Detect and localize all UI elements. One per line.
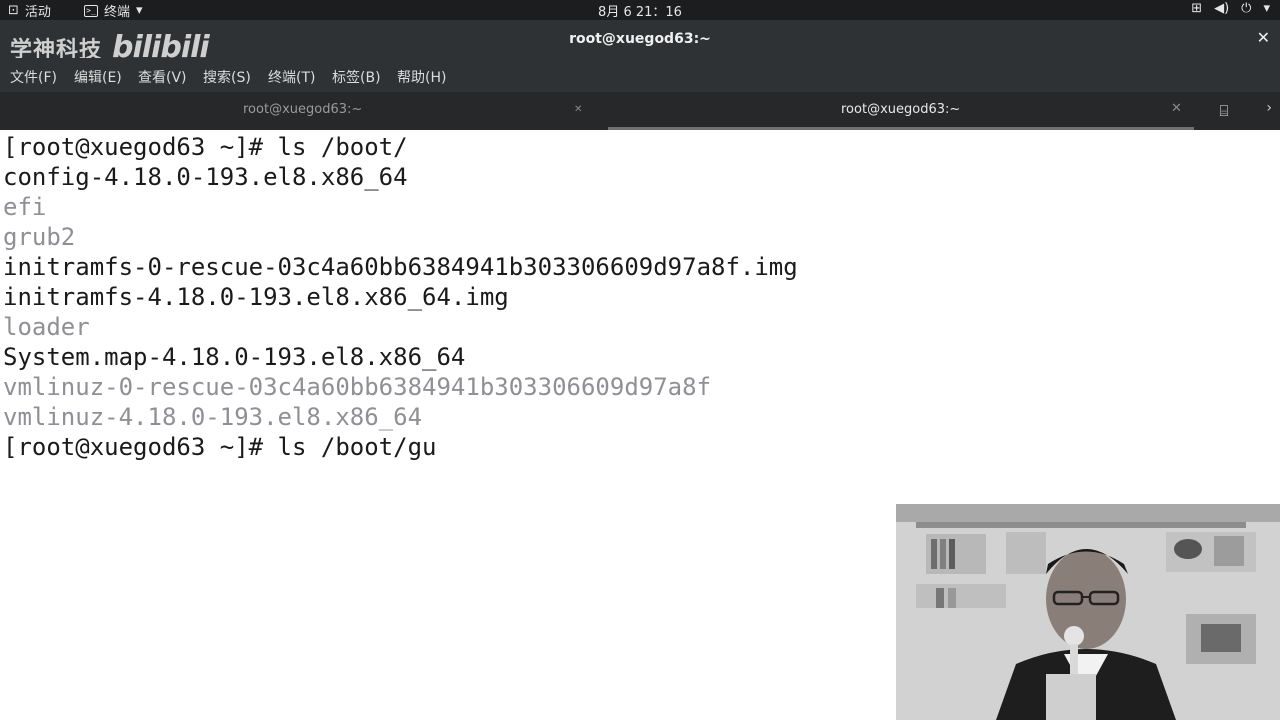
menu-terminal[interactable]: 终端(T)	[268, 67, 315, 87]
chevron-right-icon[interactable]: ›	[1266, 100, 1272, 116]
activities-button[interactable]: ⊡ 活动	[8, 1, 51, 20]
menu-bar: 文件(F) 编辑(E) 查看(V) 搜索(S) 终端(T) 标签(B) 帮助(H…	[0, 58, 1280, 92]
tab-label: root@xuegod63:~	[841, 102, 961, 117]
network-icon[interactable]: ⊞	[1191, 1, 1202, 16]
system-top-bar: ⊡ 活动 >_ 终端 ▾ 8月 6 21：16 ⊞ ◀) ⏻ ▾	[0, 0, 1280, 20]
terminal-line: [root@xuegod63 ~]# ls /boot/	[3, 133, 408, 161]
active-tab-indicator	[608, 127, 1194, 130]
power-icon[interactable]: ⏻	[1241, 1, 1251, 16]
chevron-down-icon[interactable]: ▾	[1263, 1, 1270, 16]
app-name-label: 终端	[104, 5, 131, 20]
terminal-icon: >_	[84, 4, 98, 17]
clock[interactable]: 8月 6 21：16	[0, 1, 1280, 20]
terminal-line: initramfs-4.18.0-193.el8.x86_64.img	[3, 283, 509, 311]
menu-help[interactable]: 帮助(H)	[397, 67, 446, 87]
tab-inactive[interactable]: root@xuegod63:~ ✕	[0, 92, 600, 130]
terminal-line: config-4.18.0-193.el8.x86_64	[3, 163, 408, 191]
system-tray[interactable]: ⊞ ◀) ⏻ ▾	[1191, 1, 1270, 16]
tab-bar: root@xuegod63:~ ✕ root@xuegod63:~ ✕ ⌸ ›	[0, 92, 1280, 130]
new-tab-icon[interactable]: ⌸	[1210, 98, 1238, 124]
activities-label: 活动	[24, 5, 51, 20]
activities-icon: ⊡	[8, 3, 19, 18]
close-icon[interactable]: ✕	[574, 104, 582, 115]
terminal-line: vmlinuz-0-rescue-03c4a60bb6384941b303306…	[3, 373, 712, 401]
presenter-video-image	[896, 504, 1280, 720]
menu-tabs[interactable]: 标签(B)	[332, 67, 381, 87]
close-icon[interactable]: ✕	[1171, 101, 1182, 116]
volume-icon[interactable]: ◀)	[1214, 1, 1229, 16]
menu-search[interactable]: 搜索(S)	[203, 67, 251, 87]
menu-view[interactable]: 查看(V)	[138, 67, 187, 87]
menu-file[interactable]: 文件(F)	[10, 67, 57, 87]
menu-edit[interactable]: 编辑(E)	[74, 67, 122, 87]
terminal-prompt-line: [root@xuegod63 ~]# ls /boot/gu	[3, 433, 437, 461]
app-menu-button[interactable]: >_ 终端 ▾	[84, 1, 143, 20]
terminal-line: grub2	[3, 223, 76, 251]
terminal-line: vmlinuz-4.18.0-193.el8.x86_64	[3, 403, 423, 431]
chevron-down-icon: ▾	[136, 3, 143, 18]
terminal-line: System.map-4.18.0-193.el8.x86_64	[3, 343, 466, 371]
close-icon[interactable]: ✕	[1257, 28, 1270, 47]
tab-active[interactable]: root@xuegod63:~ ✕	[608, 92, 1194, 130]
terminal-line: initramfs-0-rescue-03c4a60bb6384941b3033…	[3, 253, 798, 281]
terminal-line: efi	[3, 193, 47, 221]
tab-label: root@xuegod63:~	[243, 102, 363, 117]
webcam-overlay	[896, 504, 1280, 720]
terminal-line: loader	[3, 313, 90, 341]
